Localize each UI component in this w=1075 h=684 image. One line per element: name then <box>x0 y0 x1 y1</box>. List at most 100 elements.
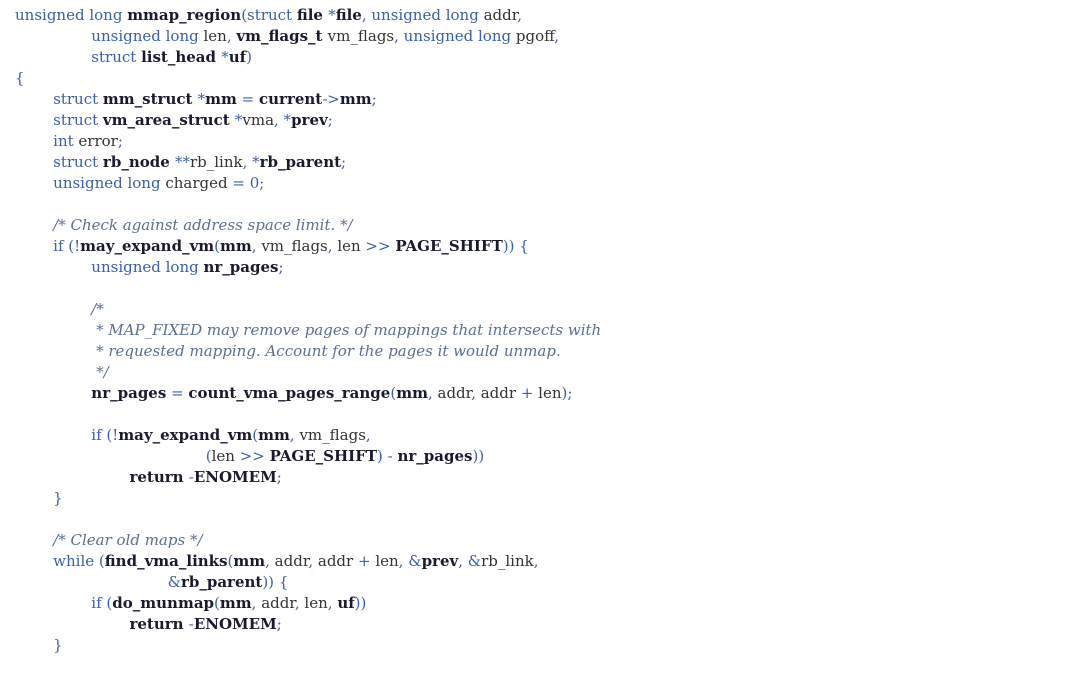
code-token: , <box>327 594 338 612</box>
code-token: mm <box>339 90 372 108</box>
code-token: charged <box>165 174 228 192</box>
code-line: (len >> PAGE_SHIFT) - nr_pages)) <box>15 446 1065 467</box>
code-token: len <box>304 594 328 612</box>
code-token: (! <box>106 426 119 444</box>
code-token: ; <box>371 90 377 108</box>
code-token: ; <box>259 174 265 192</box>
code-line: int error; <box>15 131 1065 152</box>
code-token: addr <box>274 552 309 570</box>
code-token: PAGE_SHIFT <box>269 447 378 465</box>
code-token: - <box>387 447 398 465</box>
code-token: ENOMEM <box>193 615 277 633</box>
code-token: len <box>211 447 240 465</box>
code-line: * requested mapping. Account for the pag… <box>15 341 1065 362</box>
code-token: nr_pages <box>397 447 473 465</box>
code-token: do_munmap <box>112 594 215 612</box>
code-line: return -ENOMEM; <box>15 614 1065 635</box>
code-token: mm <box>219 594 252 612</box>
code-token: addr <box>317 552 358 570</box>
code-line: */ <box>15 362 1065 383</box>
code-token: , & <box>458 552 482 570</box>
code-token: /* Check against address space limit. */ <box>53 216 353 234</box>
code-token: , * <box>274 111 292 129</box>
code-token: vm_flags <box>327 27 395 45</box>
code-token: addr <box>261 594 295 612</box>
code-token: len <box>538 384 562 402</box>
code-token: + <box>520 384 539 402</box>
code-line: struct mm_struct *mm = current->mm; <box>15 89 1065 110</box>
code-line: nr_pages = count_vma_pages_range(mm, add… <box>15 383 1065 404</box>
code-line: /* Check against address space limit. */ <box>15 215 1065 236</box>
code-token: error <box>78 132 118 150</box>
code-token: { <box>278 573 289 591</box>
code-token: >> <box>365 237 396 255</box>
code-token: vm_flags_t <box>236 27 328 45</box>
code-token: , <box>265 552 275 570</box>
code-token: , <box>427 384 438 402</box>
code-line: return -ENOMEM; <box>15 467 1065 488</box>
code-token: uf <box>228 48 247 66</box>
code-token: struct <box>247 6 297 24</box>
code-token: ; <box>276 468 282 486</box>
code-token: * <box>328 6 336 24</box>
code-token: , <box>554 27 559 45</box>
code-token: = <box>166 384 189 402</box>
code-token: , <box>308 552 318 570</box>
code-token: file <box>296 6 329 24</box>
code-token: ) <box>246 48 252 66</box>
code-token: mmap_region <box>127 6 242 24</box>
code-token: , <box>251 237 262 255</box>
code-token: )) <box>354 594 367 612</box>
code-token: ; <box>327 111 333 129</box>
code-token: find_vma_links <box>104 552 228 570</box>
code-token: , <box>533 552 539 570</box>
code-line: unsigned long mmap_region(struct file *f… <box>15 5 1065 26</box>
code-token: , <box>226 27 237 45</box>
code-token: */ <box>96 363 109 381</box>
code-token: , <box>361 6 372 24</box>
code-token: 0 <box>249 174 260 192</box>
code-token: count_vma_pages_range <box>188 384 391 402</box>
code-token: ); <box>561 384 573 402</box>
code-token: , <box>251 594 262 612</box>
code-line: { <box>15 68 1065 89</box>
code-token: , * <box>242 153 260 171</box>
code-token: ** <box>174 153 190 171</box>
code-token: ; <box>278 258 284 276</box>
code-token: addr <box>480 384 521 402</box>
code-token: struct <box>53 153 103 171</box>
code-token: = <box>227 174 250 192</box>
code-token: struct <box>53 90 103 108</box>
code-line: } <box>15 488 1065 509</box>
code-token: nr_pages <box>203 258 279 276</box>
code-token: , <box>294 594 305 612</box>
code-line: if (!may_expand_vm(mm, vm_flags, len >> … <box>15 236 1065 257</box>
code-token: return <box>129 615 189 633</box>
code-token: rb_link <box>481 552 534 570</box>
code-token: mm_struct <box>102 90 198 108</box>
code-token: , <box>394 27 404 45</box>
code-token: pgoff <box>515 27 555 45</box>
code-line: unsigned long nr_pages; <box>15 257 1065 278</box>
code-token: unsigned long <box>371 6 484 24</box>
code-token: len <box>203 27 227 45</box>
code-token: while <box>53 552 99 570</box>
code-token: nr_pages <box>91 384 167 402</box>
code-token: = <box>236 90 259 108</box>
code-token: struct <box>53 111 103 129</box>
code-line: unsigned long len, vm_flags_t vm_flags, … <box>15 26 1065 47</box>
code-token: unsigned long <box>91 258 204 276</box>
